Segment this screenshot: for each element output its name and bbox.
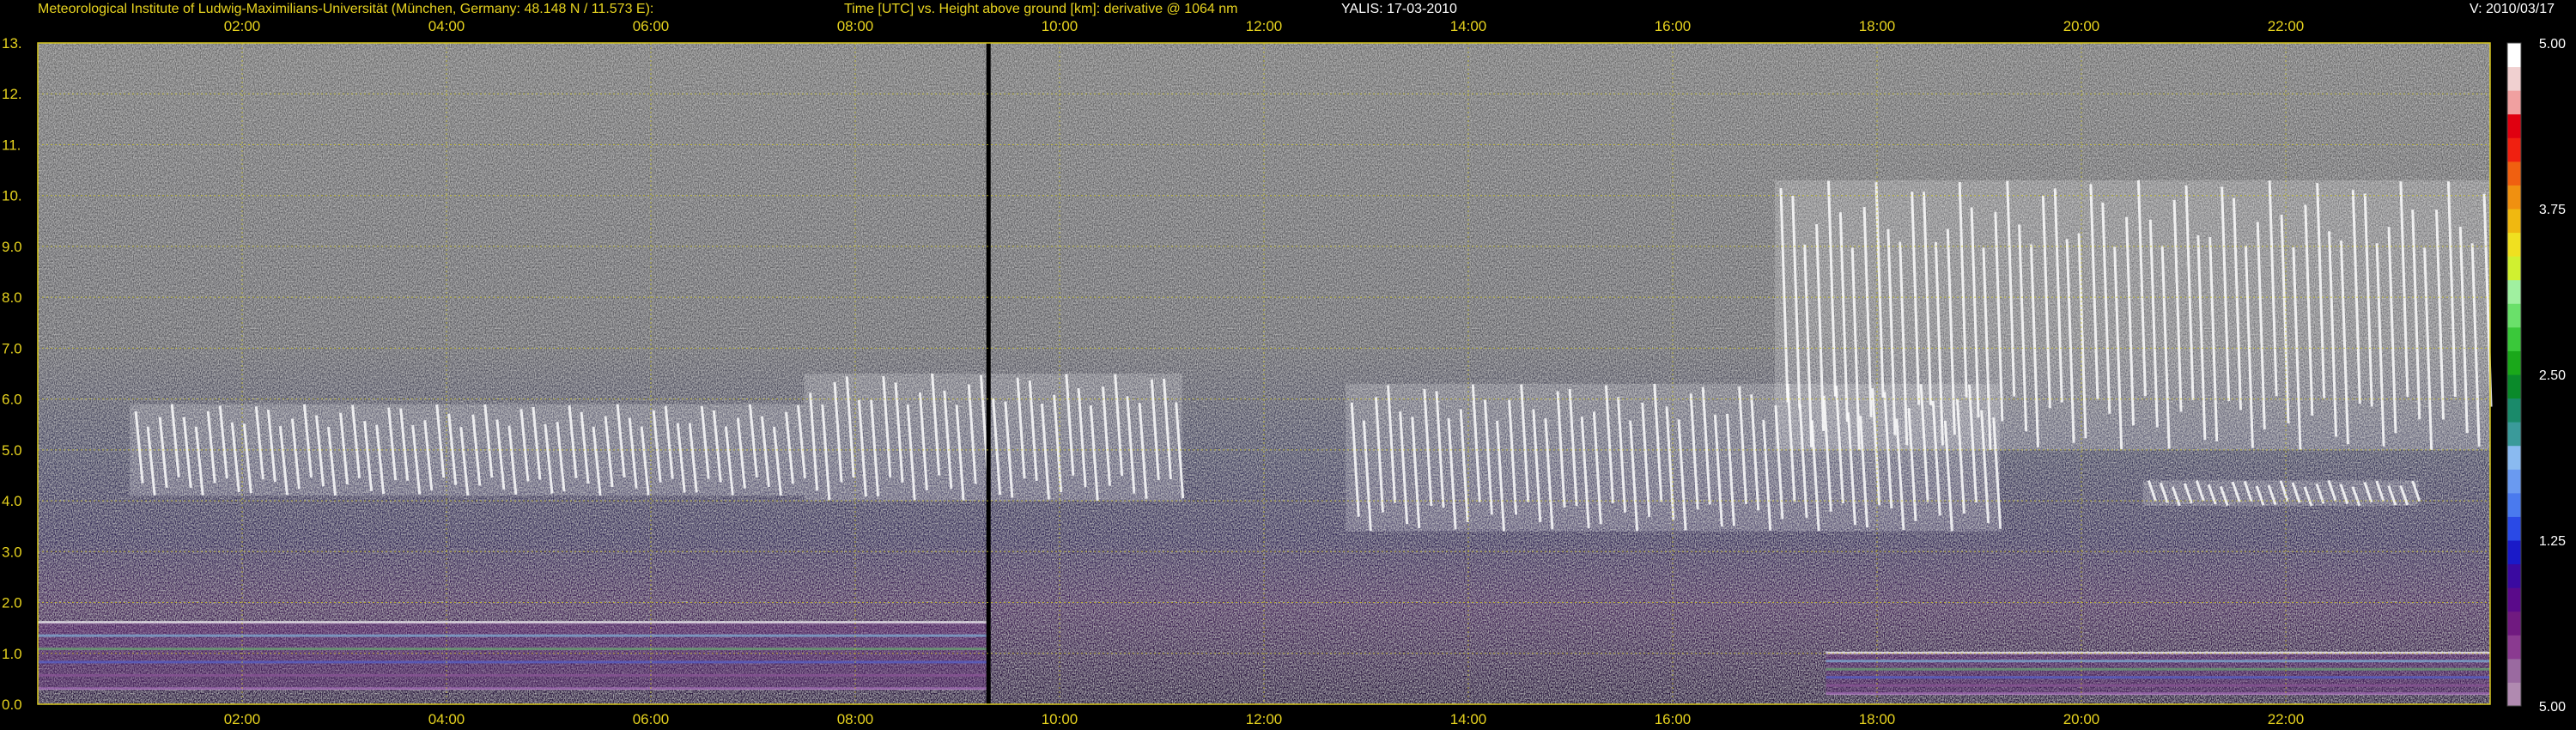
x-tick-label-top: 08:00 [837,18,874,34]
x-tick-label-top: 20:00 [2063,18,2100,34]
x-tick-label-top: 04:00 [428,18,465,34]
y-tick-label: 13. [2,35,22,52]
x-tick-label-bottom: 10:00 [1042,711,1078,727]
colorbar-label: 1.25 [2539,534,2566,549]
colorbar-segment [2507,137,2521,162]
cloud-mid-level-cloud-layer [804,373,1185,502]
x-tick-label-bottom: 02:00 [224,711,261,727]
y-tick-label: 10. [2,188,22,204]
x-tick-label-bottom: 18:00 [1859,711,1896,727]
colorbar-segment [2507,492,2521,517]
x-tick-label-bottom: 16:00 [1655,711,1692,727]
colorbar-segment [2507,303,2521,328]
lidar-time-height-plot: 02:00 02:00 04:00 04:00 06:00 06:00 08:00 08:00… [2,18,2566,727]
colorbar-segment [2507,232,2521,257]
cloud-thin-layer [2142,479,2421,507]
colorbar-segment [2507,587,2521,612]
colorbar-segment [2507,445,2521,470]
y-tick-label: 5.0 [2,442,22,459]
colorbar-label: 5.00 [2539,700,2566,715]
y-tick-label: 9.0 [2,239,22,255]
y-tick-label: 2.0 [2,595,22,611]
colorbar-segment [2507,398,2521,423]
colorbar-segment [2507,611,2521,636]
x-tick-label-top: 02:00 [224,18,261,34]
colorbar-label: 2.50 [2539,368,2566,383]
x-tick-label-bottom: 12:00 [1246,711,1283,727]
colorbar: 5.00 3.75 2.50 1.25 5.00 [2506,37,2566,715]
y-tick-label: 0.0 [2,697,22,713]
colorbar-segment [2507,43,2521,68]
x-tick-label-top: 12:00 [1246,18,1283,34]
x-tick-label-top: 06:00 [633,18,670,34]
x-tick-label-bottom: 14:00 [1450,711,1487,727]
colorbar-segment [2507,374,2521,399]
colorbar-segment [2507,635,2521,660]
y-tick-label: 8.0 [2,289,22,306]
cloud-upper-cloud-layer [1775,179,2493,450]
colorbar-segment [2507,350,2521,375]
colorbar-segment [2507,66,2521,91]
colorbar-segment [2507,326,2521,351]
colorbar-segment [2507,563,2521,588]
colorbar-segment [2507,516,2521,541]
y-tick-label: 3.0 [2,544,22,560]
data-gap-line [986,43,991,704]
y-tick-label: 6.0 [2,392,22,408]
colorbar-segment [2507,422,2521,447]
boundary-layer [38,623,988,690]
colorbar-label: 5.00 [2539,37,2566,52]
x-tick-label-top: 22:00 [2268,18,2305,34]
x-tick-label-top: 16:00 [1655,18,1692,34]
colorbar-segment [2507,540,2521,565]
x-tick-label-top: 10:00 [1042,18,1078,34]
colorbar-segment [2507,279,2521,304]
boundary-layer [1826,653,2490,695]
x-tick-label-bottom: 08:00 [837,711,874,727]
colorbar-segment [2507,682,2521,707]
y-tick-label: 11. [2,137,21,153]
x-tick-label-top: 14:00 [1450,18,1487,34]
y-tick-label: 4.0 [2,493,22,509]
colorbar-label: 3.75 [2539,203,2566,217]
colorbar-segment [2507,90,2521,115]
colorbar-segment [2507,113,2521,138]
colorbar-segment [2507,185,2521,210]
colorbar-segment [2507,469,2521,494]
colorbar-segment [2507,161,2521,186]
y-tick-label: 7.0 [2,340,22,356]
y-tick-label: 12. [2,86,22,102]
colorbar-segment [2507,256,2521,281]
x-tick-label-bottom: 22:00 [2268,711,2305,727]
colorbar-segment [2507,209,2521,234]
colorbar-segment [2507,658,2521,683]
x-tick-label-bottom: 20:00 [2063,711,2100,727]
x-tick-label-bottom: 06:00 [633,711,670,727]
x-tick-label-top: 18:00 [1859,18,1896,34]
y-tick-label: 1.0 [2,646,22,662]
x-tick-label-bottom: 04:00 [428,711,465,727]
